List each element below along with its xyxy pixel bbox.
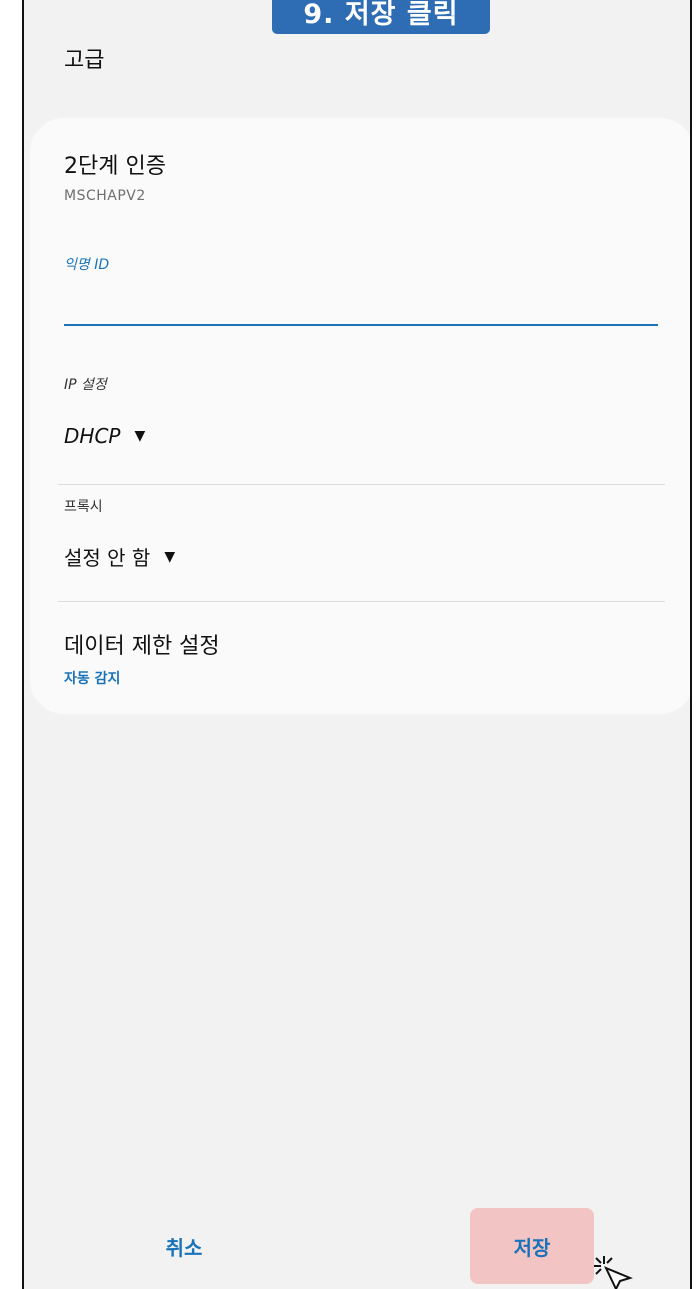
proxy-label: 프록시 xyxy=(64,499,103,515)
dropdown-arrow-icon: ▼ xyxy=(134,428,146,444)
ip-settings-value: DHCP xyxy=(64,424,121,448)
save-button[interactable]: 저장 xyxy=(470,1208,594,1284)
click-cursor-icon xyxy=(592,1254,636,1289)
proxy-value: 설정 안 함 xyxy=(64,546,151,570)
ip-settings-dropdown[interactable]: DHCP ▼ xyxy=(64,424,145,448)
step-banner: 9. 저장 클릭 xyxy=(272,0,490,34)
divider xyxy=(58,601,665,602)
proxy-dropdown[interactable]: 설정 안 함 ▼ xyxy=(64,542,175,571)
dropdown-arrow-icon: ▼ xyxy=(164,548,176,565)
ip-settings-label: IP 설정 xyxy=(64,377,107,393)
divider xyxy=(58,484,665,485)
section-title: 고급 xyxy=(64,48,105,73)
anonymous-id-input[interactable] xyxy=(64,278,662,324)
anonymous-id-label: 익명 ID xyxy=(64,257,110,273)
cancel-button[interactable]: 취소 xyxy=(114,1208,254,1284)
phone-screen: 9. 저장 클릭 고급 2단계 인증 MSCHAPV2 익명 ID IP 설정 … xyxy=(22,0,692,1289)
data-limit-title: 데이터 제한 설정 xyxy=(64,634,220,659)
two-factor-auth-value: MSCHAPV2 xyxy=(64,188,146,204)
anonymous-id-underline xyxy=(64,324,658,326)
data-limit-value: 자동 감지 xyxy=(64,671,121,687)
settings-card: 2단계 인증 MSCHAPV2 익명 ID IP 설정 DHCP ▼ 프록시 설… xyxy=(30,118,690,714)
two-factor-auth-title: 2단계 인증 xyxy=(64,154,166,179)
